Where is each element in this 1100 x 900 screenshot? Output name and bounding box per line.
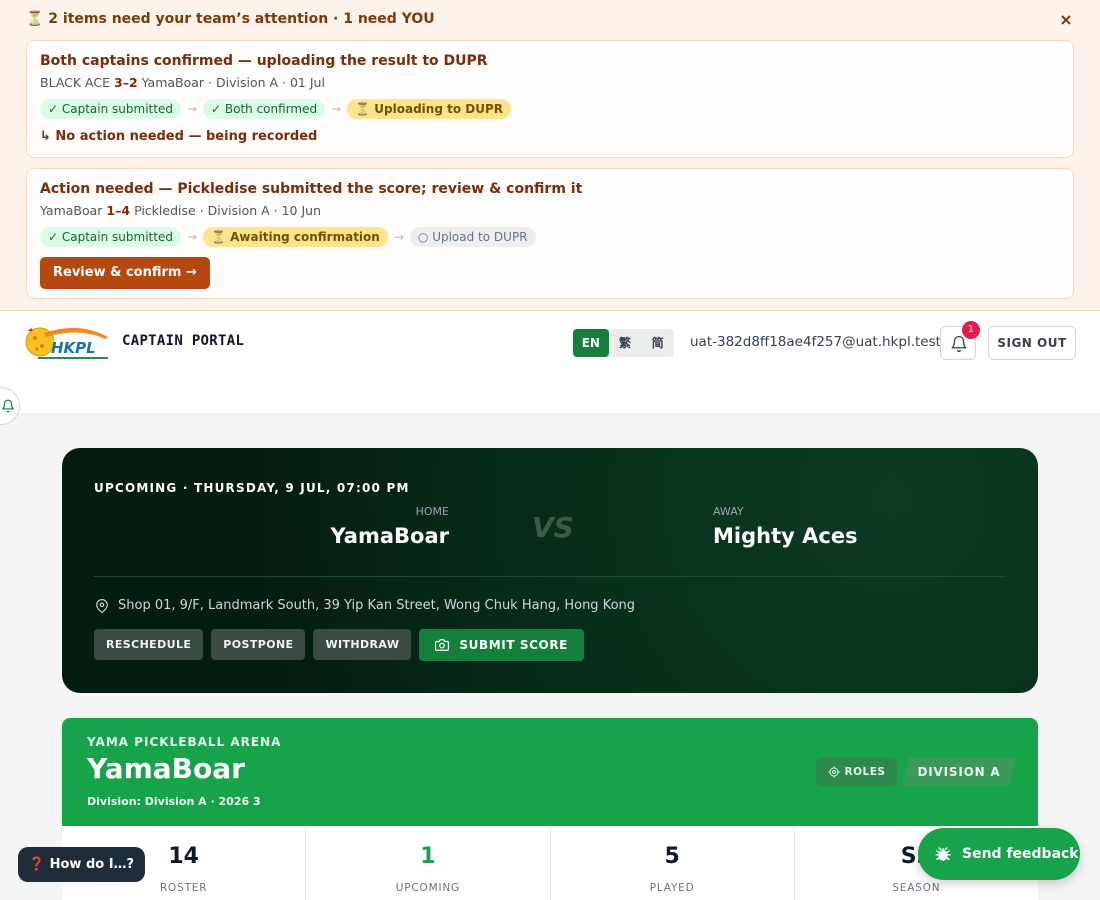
card-title: Action needed — Pickledise submitted the…: [40, 181, 583, 197]
match-meta: · Division A · 10 Jun: [199, 203, 321, 218]
bug-icon: [935, 847, 951, 861]
bell-icon: [951, 335, 967, 353]
reschedule-button[interactable]: RESCHEDULE: [94, 629, 204, 660]
versus-label: VS: [532, 511, 574, 544]
match-datetime: UPCOMING · THURSDAY, 9 JUL, 07:00 PM: [94, 481, 410, 495]
away-label: AWAY: [713, 505, 744, 518]
venue-address: Shop 01, 9/F, Landmark South, 39 Yip Kan…: [118, 598, 636, 613]
team-a: YamaBoar: [40, 203, 103, 218]
home-label: HOME: [415, 505, 449, 518]
team-division-line: Division: Division A · 2026 3: [87, 795, 261, 808]
team-name: YamaBoar: [87, 752, 245, 785]
division-tag: DIVISION A: [902, 758, 1016, 786]
upcoming-match-card: UPCOMING · THURSDAY, 9 JUL, 07:00 PM HOM…: [62, 448, 1038, 693]
step-upload-dupr: ○ Upload to DUPR: [409, 227, 536, 247]
language-switcher: EN 繁 简: [573, 329, 674, 357]
attention-headline: ⏳ 2 items need your team’s attention · 1…: [26, 11, 435, 27]
lang-simplified-button[interactable]: 简: [641, 329, 674, 357]
postpone-button[interactable]: POSTPONE: [211, 629, 306, 660]
attention-card-action: Action needed — Pickledise submitted the…: [26, 168, 1074, 299]
lang-en-button[interactable]: EN: [573, 329, 609, 357]
team-b: YamaBoar: [141, 75, 205, 90]
divider: [94, 576, 1006, 577]
stat-label: SEASON: [892, 882, 941, 894]
step-uploading: ⏳ Uploading to DUPR: [347, 99, 511, 119]
arrow-icon: →: [393, 230, 404, 244]
away-team-name: Mighty Aces: [713, 524, 858, 548]
stat-label: UPCOMING: [395, 882, 460, 894]
team-b: Pickledise: [134, 203, 196, 218]
stat-upcoming: 1 UPCOMING: [306, 826, 551, 900]
withdraw-button[interactable]: WITHDRAW: [313, 629, 412, 660]
camera-icon: [435, 639, 450, 651]
attention-card-recorded: Both captains confirmed — uploading the …: [26, 40, 1074, 158]
arrow-icon: →: [186, 230, 198, 244]
card-title: Both captains confirmed — uploading the …: [40, 53, 488, 69]
team-hero: YAMA PICKLEBALL ARENA YamaBoar Division:…: [62, 718, 1038, 826]
stat-label: ROSTER: [159, 882, 208, 894]
match-summary: BLACK ACE 3–2 YamaBoar · Division A · 01…: [40, 75, 325, 90]
submit-score-label: SUBMIT SCORE: [459, 638, 568, 652]
step-both-confirmed: ✓ Both confirmed: [203, 99, 326, 119]
bell-icon: [2, 399, 14, 413]
user-email: uat-382d8ff18ae4f257@uat.hkpl.test: [690, 334, 941, 350]
arrow-icon: →: [331, 102, 342, 116]
gear-icon: [827, 766, 840, 778]
step-captain-submitted: ✓ Captain submitted: [40, 99, 181, 119]
match-meta: · Division A · 01 Jul: [208, 75, 325, 90]
stat-value: 1: [420, 844, 436, 869]
help-button[interactable]: ❓ How do I…?: [18, 847, 145, 882]
progress-steps: ✓ Captain submitted → ✓ Both confirmed →…: [40, 99, 511, 119]
progress-steps: ✓ Captain submitted → ⏳ Awaiting confirm…: [40, 227, 536, 247]
team-a: BLACK ACE: [40, 75, 111, 90]
sign-out-button[interactable]: SIGN OUT: [988, 326, 1076, 360]
roles-button[interactable]: ROLES: [816, 758, 897, 786]
team-venue: YAMA PICKLEBALL ARENA: [87, 735, 282, 749]
notification-count-badge: 1: [962, 321, 980, 339]
roles-label: ROLES: [844, 766, 886, 778]
portal-title: CAPTAIN PORTAL: [122, 333, 245, 349]
svg-text:HKPL: HKPL: [51, 339, 96, 357]
match-score: 3–2: [114, 75, 138, 90]
step-captain-submitted: ✓ Captain submitted: [40, 227, 181, 247]
review-confirm-button[interactable]: Review & confirm →: [40, 257, 210, 289]
stat-value: 5: [664, 844, 680, 869]
attention-banner: ⏳ 2 items need your team’s attention · 1…: [0, 0, 1100, 311]
map-pin-icon: [96, 599, 108, 613]
send-feedback-label: Send feedback: [962, 846, 1079, 862]
lang-traditional-button[interactable]: 繁: [609, 329, 642, 357]
team-stats: 14 ROSTER 1 UPCOMING 5 PLAYED S3 SEASON: [62, 826, 1038, 900]
close-icon[interactable]: ×: [1057, 11, 1075, 29]
app-header: HKPL CAPTAIN PORTAL EN 繁 简 uat-382d8ff18…: [0, 311, 1100, 425]
team-summary-card: YAMA PICKLEBALL ARENA YamaBoar Division:…: [62, 718, 1038, 900]
hkpl-logo: HKPL: [25, 327, 108, 359]
arrow-icon: →: [186, 102, 198, 116]
send-feedback-button[interactable]: Send feedback: [918, 828, 1080, 880]
step-awaiting-confirmation: ⏳ Awaiting confirmation: [203, 227, 388, 247]
match-actions: RESCHEDULE POSTPONE WITHDRAW SUBMIT SCOR…: [94, 629, 584, 661]
match-score: 1–4: [106, 203, 131, 218]
side-notification-tab[interactable]: [0, 387, 20, 425]
submit-score-button[interactable]: SUBMIT SCORE: [419, 629, 584, 661]
home-team-name: YamaBoar: [330, 524, 449, 548]
match-summary: YamaBoar 1–4 Pickledise · Division A · 1…: [40, 203, 321, 218]
stat-played: 5 PLAYED: [551, 826, 795, 900]
card-note: ↳ No action needed — being recorded: [40, 129, 318, 144]
stat-label: PLAYED: [649, 882, 695, 894]
